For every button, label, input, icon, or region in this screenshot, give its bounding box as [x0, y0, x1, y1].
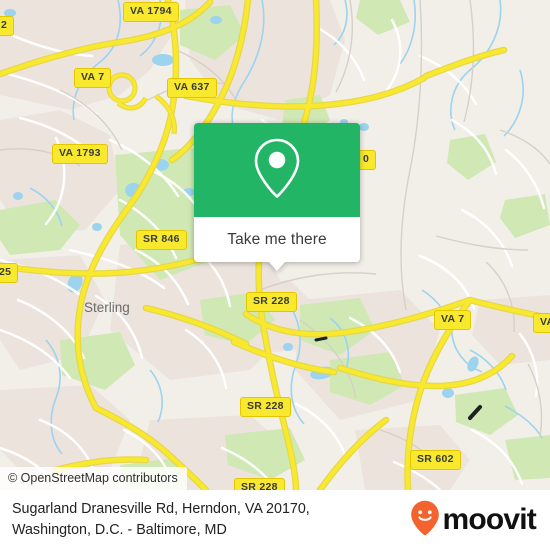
footer-bar: Sugarland Dranesville Rd, Herndon, VA 20… [0, 490, 550, 550]
moovit-wordmark: moovit [442, 503, 536, 536]
road-shield: VA [533, 313, 550, 333]
road-shield: SR 228 [246, 292, 297, 312]
road-shield: VA 7 [434, 310, 472, 330]
road-shield: SR 602 [410, 450, 461, 470]
road-shield: VA 637 [167, 78, 217, 98]
tunnel-marker-2 [314, 336, 328, 342]
road-shield: 25 [0, 263, 19, 283]
popup-pointer [268, 261, 286, 271]
take-me-there-label: Take me there [227, 230, 327, 248]
road-shield: SR 228 [234, 478, 285, 490]
popup-action-bar[interactable]: Take me there [194, 217, 360, 271]
road-shield: SR 228 [240, 397, 291, 417]
moovit-logo[interactable]: moovit [410, 500, 537, 541]
map-canvas[interactable]: VA 1794 2 VA 7 VA 637 VA 1793 0 SR 846 25 SR 228… [0, 0, 550, 490]
map-pin-icon [251, 137, 303, 204]
road-shield: SR 846 [136, 230, 187, 250]
address-text: Sugarland Dranesville Rd, Herndon, VA 20… [12, 499, 310, 542]
popup-header [194, 123, 360, 217]
moovit-smiley-pin-icon [410, 500, 440, 541]
road-shield: VA 1794 [123, 2, 179, 22]
moovit-map-screenshot: VA 1794 2 VA 7 VA 637 VA 1793 0 SR 846 25 SR 228… [0, 0, 550, 550]
osm-attribution[interactable]: © OpenStreetMap contributors [0, 467, 187, 490]
take-me-there-popup[interactable]: Take me there [194, 123, 360, 271]
address-line-2: Washington, D.C. - Baltimore, MD [12, 522, 227, 538]
place-label: Sterling [84, 300, 130, 315]
address-line-1: Sugarland Dranesville Rd, Herndon, VA 20… [12, 500, 310, 517]
road-shield: VA 7 [74, 68, 112, 88]
road-shield: 2 [0, 16, 15, 36]
road-shield: VA 1793 [52, 144, 108, 164]
